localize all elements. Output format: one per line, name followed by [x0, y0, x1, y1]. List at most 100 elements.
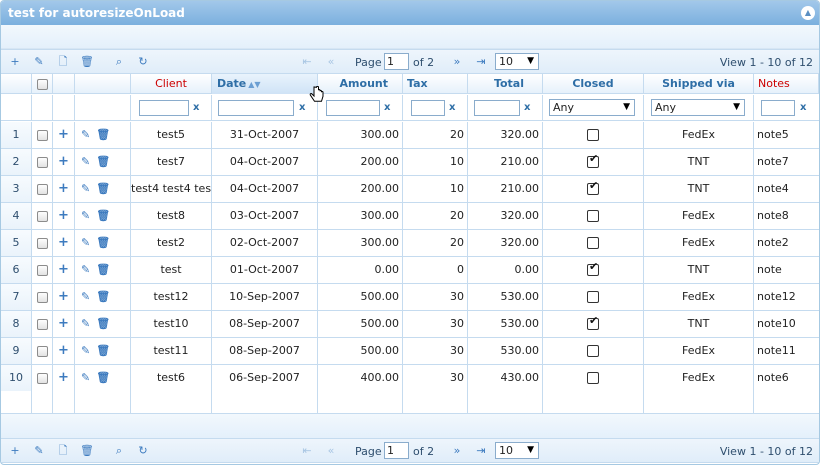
header-total[interactable]: Total	[468, 74, 543, 94]
search-icon[interactable]: ⌕	[111, 444, 127, 458]
pencil-icon[interactable]: ✎	[81, 149, 90, 175]
plus-icon[interactable]: +	[58, 149, 69, 175]
document-icon[interactable]: 🗋	[55, 444, 71, 458]
rows-per-page-select[interactable]: 10 ▼	[495, 442, 539, 459]
date-filter-input[interactable]	[218, 100, 294, 116]
row-select-checkbox[interactable]	[36, 183, 48, 195]
table-row[interactable]: 3 + ✎ 🗑 test4 test4 tes 04-Oct-2007 200.00 10 21…	[1, 176, 819, 203]
header-closed[interactable]: Closed	[543, 74, 644, 94]
next-page-icon[interactable]: »	[449, 444, 465, 458]
pencil-icon[interactable]: ✎	[81, 122, 90, 148]
pencil-icon[interactable]: ✎	[81, 176, 90, 202]
row-select-checkbox[interactable]	[36, 237, 48, 249]
table-row[interactable]: 1 + ✎ 🗑 test5 31-Oct-2007 300.00 20 320.00 FedEx n…	[1, 122, 819, 149]
table-row[interactable]: 7 + ✎ 🗑 test12 10-Sep-2007 500.00 30 530.00 FedEx…	[1, 284, 819, 311]
shipped-via-filter-select[interactable]: Any ▼	[651, 99, 745, 116]
trash-icon[interactable]: 🗑	[79, 444, 95, 458]
pencil-icon[interactable]: ✎	[81, 338, 90, 364]
trash-icon[interactable]: 🗑	[96, 338, 110, 364]
trash-icon[interactable]: 🗑	[96, 230, 110, 256]
trash-icon[interactable]: 🗑	[96, 365, 110, 391]
refresh-icon[interactable]: ↻	[135, 444, 151, 458]
row-select-checkbox[interactable]	[36, 291, 48, 303]
plus-icon[interactable]: +	[58, 203, 69, 229]
table-row[interactable]: 4 + ✎ 🗑 test8 03-Oct-2007 300.00 20 320.00 FedEx n…	[1, 203, 819, 230]
pencil-icon[interactable]: ✎	[31, 55, 47, 69]
page-input[interactable]	[384, 442, 409, 459]
table-row[interactable]: 9 + ✎ 🗑 test11 08-Sep-2007 500.00 30 530.00 FedEx…	[1, 338, 819, 365]
document-icon[interactable]: 🗋	[55, 55, 71, 69]
page-input[interactable]	[384, 53, 409, 70]
amount-filter-input[interactable]	[326, 100, 380, 116]
header-amount[interactable]: Amount	[318, 74, 403, 94]
table-row[interactable]: 10 + ✎ 🗑 test6 06-Sep-2007 400.00 30 430.00 FedEx…	[1, 365, 819, 392]
pencil-icon[interactable]: ✎	[81, 257, 90, 283]
trash-icon[interactable]: 🗑	[96, 149, 110, 175]
table-row[interactable]: 6 + ✎ 🗑 test 01-Oct-2007 0.00 0 0.00 ✔ TNT note	[1, 257, 819, 284]
pencil-icon[interactable]: ✎	[81, 284, 90, 310]
plus-icon[interactable]: +	[58, 311, 69, 337]
next-page-icon[interactable]: »	[449, 55, 465, 69]
tax-filter-input[interactable]	[411, 100, 445, 116]
pencil-icon[interactable]: ✎	[31, 444, 47, 458]
total-filter-input[interactable]	[474, 100, 520, 116]
plus-icon[interactable]: +	[58, 257, 69, 283]
row-select-checkbox[interactable]	[36, 210, 48, 222]
row-select-checkbox[interactable]	[36, 345, 48, 357]
header-select-all[interactable]	[32, 74, 53, 94]
row-select-checkbox[interactable]	[36, 318, 48, 330]
plus-icon[interactable]: +	[58, 284, 69, 310]
last-page-icon[interactable]: ⇥	[473, 444, 489, 458]
pencil-icon[interactable]: ✎	[81, 230, 90, 256]
first-page-icon[interactable]: ⇤	[299, 444, 315, 458]
pencil-icon[interactable]: ✎	[81, 311, 90, 337]
header-client[interactable]: Client	[131, 74, 212, 94]
client-filter-clear[interactable]: x	[193, 102, 199, 113]
table-row[interactable]: 5 + ✎ 🗑 test2 02-Oct-2007 300.00 20 320.00 FedEx n…	[1, 230, 819, 257]
header-shipped-via[interactable]: Shipped via	[644, 74, 754, 94]
notes-filter-input[interactable]	[761, 100, 795, 116]
trash-icon[interactable]: 🗑	[96, 203, 110, 229]
first-page-icon[interactable]: ⇤	[299, 55, 315, 69]
plus-icon[interactable]: +	[58, 230, 69, 256]
client-filter-input[interactable]	[139, 100, 189, 116]
trash-icon[interactable]: 🗑	[96, 284, 110, 310]
pencil-icon[interactable]: ✎	[81, 365, 90, 391]
plus-icon[interactable]: +	[58, 122, 69, 148]
rows-per-page-select[interactable]: 10 ▼	[495, 53, 539, 70]
select-all-checkbox[interactable]	[36, 78, 48, 90]
refresh-icon[interactable]: ↻	[135, 55, 151, 69]
plus-icon[interactable]: +	[58, 176, 69, 202]
table-row[interactable]: 2 + ✎ 🗑 test7 04-Oct-2007 200.00 10 210.00 ✔ TNT no…	[1, 149, 819, 176]
plus-icon[interactable]: +	[58, 365, 69, 391]
trash-icon[interactable]: 🗑	[96, 176, 110, 202]
table-row[interactable]: 8 + ✎ 🗑 test10 08-Sep-2007 500.00 30 530.00 ✔ TNT n…	[1, 311, 819, 338]
trash-icon[interactable]: 🗑	[96, 311, 110, 337]
closed-filter-select[interactable]: Any ▼	[549, 99, 635, 116]
header-date[interactable]: Date ▲▼	[212, 74, 318, 94]
header-tax[interactable]: Tax	[403, 74, 468, 94]
prev-page-icon[interactable]: «	[323, 444, 339, 458]
trash-icon[interactable]: 🗑	[96, 122, 110, 148]
header-notes[interactable]: Notes	[754, 74, 819, 94]
chevron-up-icon[interactable]: ▲	[801, 6, 815, 20]
search-icon[interactable]: ⌕	[111, 55, 127, 69]
sort-asc-icon[interactable]: ▲▼	[248, 80, 260, 89]
plus-icon[interactable]: +	[58, 338, 69, 364]
trash-icon[interactable]: 🗑	[96, 257, 110, 283]
amount-filter-clear[interactable]: x	[384, 102, 390, 113]
row-select-checkbox[interactable]	[36, 129, 48, 141]
notes-filter-clear[interactable]: x	[800, 102, 806, 113]
plus-icon[interactable]: +	[7, 55, 23, 69]
date-filter-clear[interactable]: x	[299, 102, 305, 113]
prev-page-icon[interactable]: «	[323, 55, 339, 69]
row-select-checkbox[interactable]	[36, 156, 48, 168]
plus-icon[interactable]: +	[7, 444, 23, 458]
row-select-checkbox[interactable]	[36, 264, 48, 276]
total-filter-clear[interactable]: x	[524, 102, 530, 113]
row-select-checkbox[interactable]	[36, 372, 48, 384]
pencil-icon[interactable]: ✎	[81, 203, 90, 229]
last-page-icon[interactable]: ⇥	[473, 55, 489, 69]
tax-filter-clear[interactable]: x	[449, 102, 455, 113]
trash-icon[interactable]: 🗑	[79, 55, 95, 69]
